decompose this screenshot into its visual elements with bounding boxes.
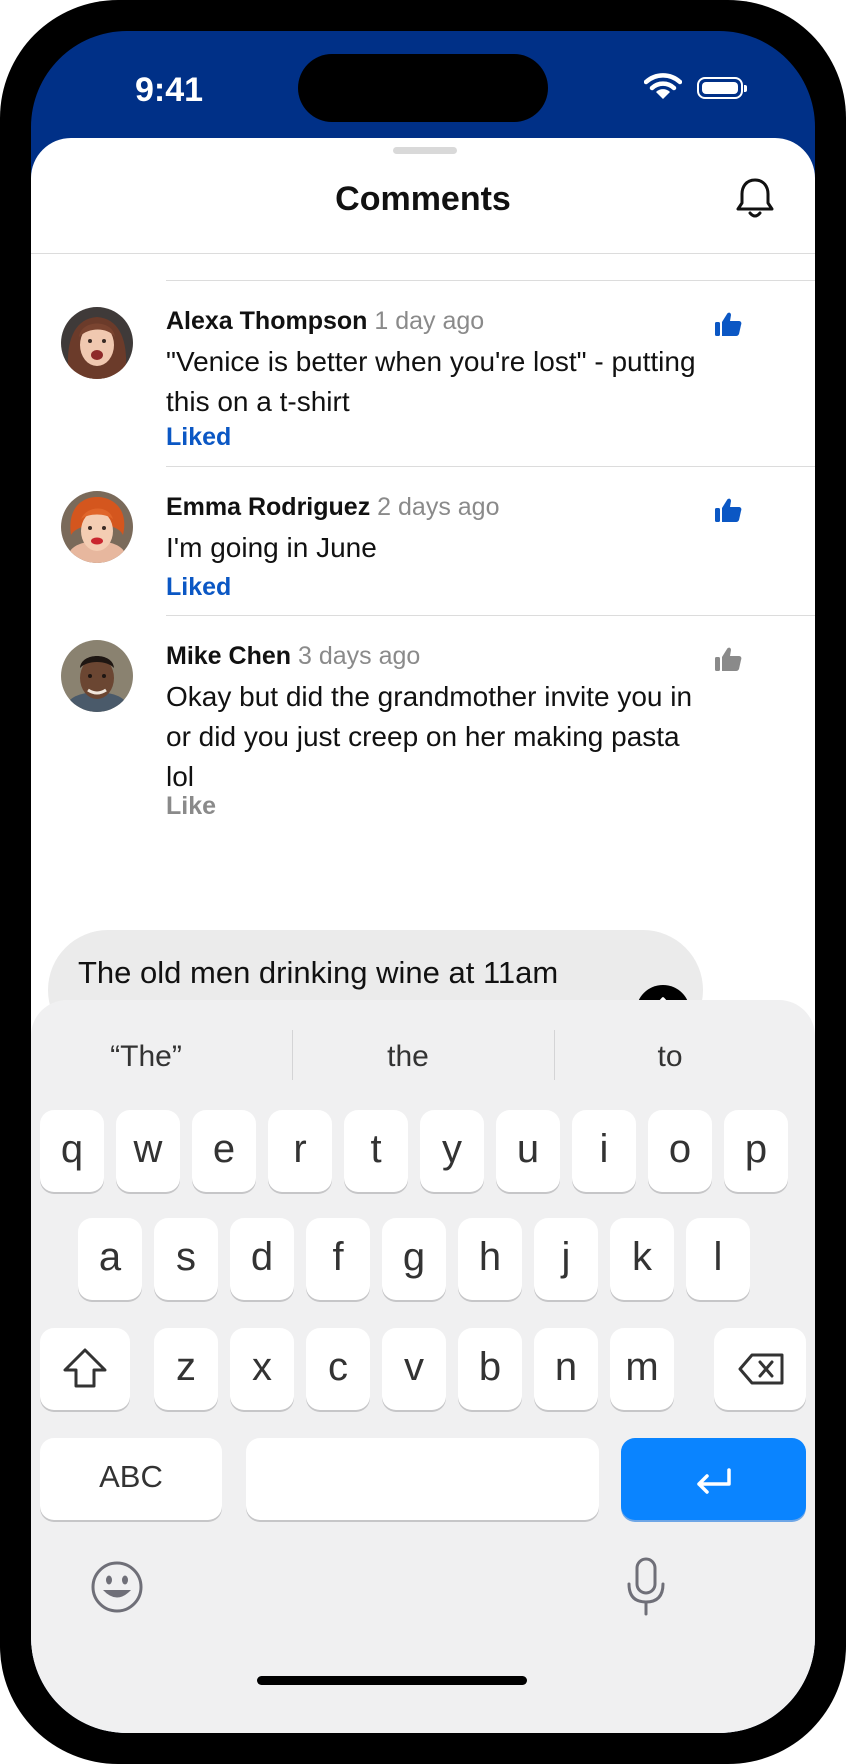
- comment-time: 3 days ago: [297, 642, 421, 670]
- key-x[interactable]: x: [230, 1328, 294, 1410]
- key-g[interactable]: g: [382, 1218, 446, 1300]
- key-k[interactable]: k: [610, 1218, 674, 1300]
- key-z[interactable]: z: [154, 1328, 218, 1410]
- key-a[interactable]: a: [78, 1218, 142, 1300]
- key-l[interactable]: l: [686, 1218, 750, 1300]
- keyboard: “The” the to q w e r t y u i o p a s d f…: [31, 1000, 815, 1733]
- commenter-name[interactable]: Emma Rodriguez: [166, 493, 370, 521]
- status-time: 9:41: [135, 71, 204, 109]
- key-y[interactable]: y: [420, 1110, 484, 1192]
- avatar[interactable]: [61, 640, 133, 712]
- backspace-icon: [738, 1353, 784, 1385]
- thumbs-up-icon[interactable]: [714, 646, 742, 672]
- header-divider: [31, 253, 815, 254]
- wifi-icon: [644, 73, 682, 99]
- key-o[interactable]: o: [648, 1110, 712, 1192]
- key-f[interactable]: f: [306, 1218, 370, 1300]
- key-s[interactable]: s: [154, 1218, 218, 1300]
- row-divider: [166, 615, 815, 616]
- phone-frame: 9:41 Comments Alexa Thompson 1 day ago "…: [0, 0, 846, 1764]
- avatar[interactable]: [61, 307, 133, 379]
- avatar[interactable]: [61, 491, 133, 563]
- comment-header: Mike Chen 3 days ago: [166, 642, 420, 671]
- space-key[interactable]: [246, 1438, 599, 1520]
- key-i[interactable]: i: [572, 1110, 636, 1192]
- like-button[interactable]: Like: [166, 792, 216, 821]
- page-title: Comments: [335, 180, 511, 218]
- suggestion-the[interactable]: the: [293, 1040, 523, 1074]
- key-q[interactable]: q: [40, 1110, 104, 1192]
- return-icon: [697, 1468, 731, 1494]
- row-divider: [166, 466, 815, 467]
- key-j[interactable]: j: [534, 1218, 598, 1300]
- return-key[interactable]: [621, 1438, 806, 1520]
- sheet-grabber[interactable]: [393, 147, 457, 154]
- thumbs-up-icon[interactable]: [714, 497, 742, 523]
- bell-icon[interactable]: [734, 176, 776, 220]
- key-w[interactable]: w: [116, 1110, 180, 1192]
- comments-sheet: Comments Alexa Thompson 1 day ago "Venic…: [31, 138, 815, 1733]
- commenter-name[interactable]: Mike Chen: [166, 642, 291, 670]
- comment-header: Alexa Thompson 1 day ago: [166, 307, 484, 336]
- comment-text: "Venice is better when you're lost" - pu…: [166, 346, 696, 417]
- dynamic-island: [298, 54, 548, 122]
- abc-key[interactable]: ABC: [40, 1438, 222, 1520]
- comment-header: Emma Rodriguez 2 days ago: [166, 493, 499, 522]
- backspace-key[interactable]: [714, 1328, 806, 1410]
- suggestion-to[interactable]: to: [555, 1040, 785, 1074]
- key-e[interactable]: e: [192, 1110, 256, 1192]
- comment-time: 2 days ago: [377, 493, 500, 521]
- key-b[interactable]: b: [458, 1328, 522, 1410]
- key-m[interactable]: m: [610, 1328, 674, 1410]
- key-r[interactable]: r: [268, 1110, 332, 1192]
- key-v[interactable]: v: [382, 1328, 446, 1410]
- battery-icon: [697, 77, 747, 99]
- row-divider: [166, 280, 815, 281]
- thumbs-up-icon[interactable]: [714, 311, 742, 337]
- like-button[interactable]: Liked: [166, 573, 231, 602]
- emoji-icon[interactable]: [90, 1560, 144, 1614]
- comment-text: I'm going in June: [166, 532, 377, 563]
- comment-text: Okay but did the grandmother invite you …: [166, 681, 693, 792]
- key-c[interactable]: c: [306, 1328, 370, 1410]
- home-indicator[interactable]: [257, 1676, 527, 1685]
- key-u[interactable]: u: [496, 1110, 560, 1192]
- microphone-icon[interactable]: [624, 1556, 668, 1618]
- like-button[interactable]: Liked: [166, 423, 231, 452]
- key-d[interactable]: d: [230, 1218, 294, 1300]
- suggestion-quoted[interactable]: “The”: [31, 1040, 261, 1074]
- key-t[interactable]: t: [344, 1110, 408, 1192]
- shift-key[interactable]: [40, 1328, 130, 1410]
- key-h[interactable]: h: [458, 1218, 522, 1300]
- commenter-name[interactable]: Alexa Thompson: [166, 307, 367, 335]
- key-n[interactable]: n: [534, 1328, 598, 1410]
- shift-icon: [63, 1348, 107, 1388]
- comment-time: 1 day ago: [374, 307, 485, 335]
- screen: 9:41 Comments Alexa Thompson 1 day ago "…: [31, 31, 815, 1733]
- key-p[interactable]: p: [724, 1110, 788, 1192]
